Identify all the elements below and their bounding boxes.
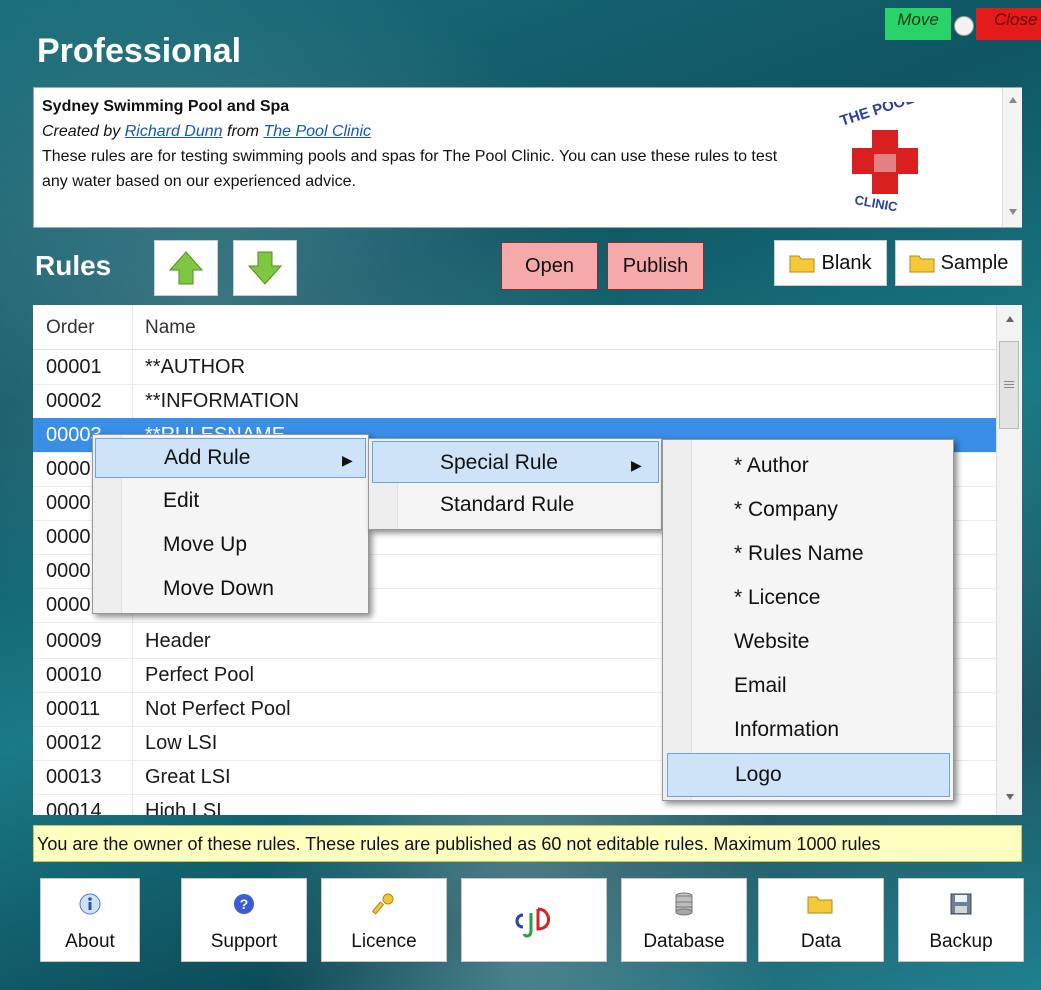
rules-description-panel: Sydney Swimming Pool and Spa Created by … [33,87,1022,228]
sample-button[interactable]: Sample [895,240,1022,286]
special-rule-submenu: * Author * Company * Rules Name * Licenc… [662,439,954,801]
close-button[interactable]: Close [976,8,1041,40]
menu-item-email[interactable]: Email [734,674,787,698]
licence-button[interactable]: Licence [321,878,447,962]
arrow-up-icon [168,251,204,285]
backup-button[interactable]: Backup [898,878,1024,962]
publish-button[interactable]: Publish [607,242,704,290]
chevron-right-icon: ▶ [342,452,353,468]
company-link[interactable]: The Pool Clinic [263,123,371,140]
brand-logo-button[interactable] [461,878,607,962]
table-row[interactable]: 00002 **INFORMATION [33,384,996,419]
svg-text:?: ? [240,896,249,912]
database-icon [675,892,693,916]
blank-label: Blank [821,251,872,274]
menu-item-information[interactable]: Information [734,718,839,742]
author-link[interactable]: Richard Dunn [125,123,223,140]
menu-item-special-rule[interactable]: Special Rule ▶ [372,441,659,483]
table-scroll-thumb[interactable] [999,341,1019,429]
folder-icon [789,255,815,273]
menu-item-standard-rule[interactable]: Standard Rule [440,493,574,517]
data-button[interactable]: Data [758,878,884,962]
scroll-down-icon [1006,794,1014,800]
logo-text-bottom: CLINIC [853,192,899,212]
table-row[interactable]: 00001 **AUTHOR [33,350,996,385]
menu-item-author[interactable]: * Author [734,454,809,478]
logo-text-top: THE POOL [838,102,916,130]
menu-item-licence[interactable]: * Licence [734,586,820,610]
description-body: These rules are for testing swimming poo… [42,148,778,190]
move-button[interactable]: Move [885,8,951,40]
column-header-name[interactable]: Name [145,317,196,339]
move-rule-up-button[interactable] [154,240,218,296]
description-text: Sydney Swimming Pool and Spa Created by … [42,94,802,194]
open-button[interactable]: Open [501,242,598,290]
about-button[interactable]: About [40,878,140,962]
sample-label: Sample [940,251,1009,274]
save-icon [950,893,972,915]
context-menu: Add Rule ▶ Edit Move Up Move Down [92,434,369,614]
move-rule-down-button[interactable] [233,240,297,296]
scroll-down-icon [1009,209,1017,215]
window-radio[interactable] [954,16,974,36]
menu-item-company[interactable]: * Company [734,498,838,522]
menu-item-logo[interactable]: Logo [667,753,950,797]
database-button[interactable]: Database [621,878,747,962]
chevron-right-icon: ▶ [631,457,642,473]
status-bar: You are the owner of these rules. These … [33,825,1022,862]
description-scrollbar[interactable] [1002,88,1022,227]
menu-item-rules-name[interactable]: * Rules Name [734,542,864,566]
rules-heading: Rules [35,250,112,281]
info-icon [79,893,101,915]
add-rule-submenu: Special Rule ▶ Standard Rule [368,438,662,530]
menu-item-add-rule[interactable]: Add Rule ▶ [95,438,366,478]
blank-button[interactable]: Blank [774,240,887,286]
folder-icon [909,255,935,273]
help-icon: ? [234,894,254,914]
created-prefix: Created by [42,123,121,140]
arrow-down-icon [247,251,283,285]
menu-item-website[interactable]: Website [734,630,809,654]
scroll-up-icon [1009,97,1017,103]
created-by-line: Created by Richard Dunn from The Pool Cl… [42,119,802,144]
support-button[interactable]: ? Support [181,878,307,962]
table-header: Order Name [33,305,996,350]
column-header-order[interactable]: Order [46,317,95,339]
key-icon [372,893,394,915]
folder-icon [807,896,833,914]
from-label: from [227,123,259,140]
rules-title: Sydney Swimming Pool and Spa [42,98,290,115]
menu-item-move-down[interactable]: Move Down [163,577,274,601]
pool-clinic-logo: THE POOL CLINIC [834,90,934,215]
menu-item-edit[interactable]: Edit [163,489,199,513]
grip-icon [1004,381,1014,388]
scroll-up-icon [1006,316,1014,322]
menu-item-move-up[interactable]: Move Up [163,533,247,557]
page-title: Professional [37,32,242,70]
brand-logo-icon [515,907,551,938]
